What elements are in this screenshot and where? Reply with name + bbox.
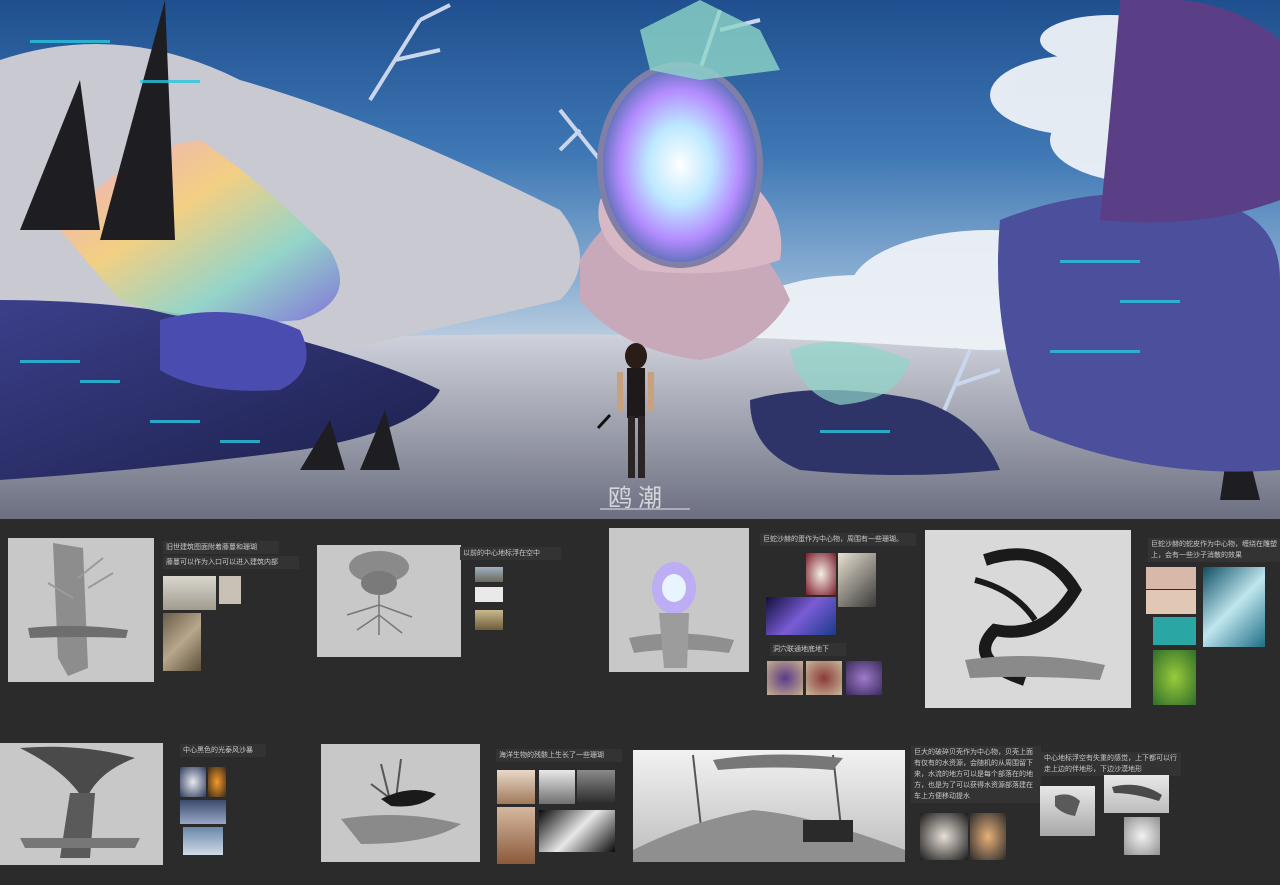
ref-weightless-1-art (1112, 784, 1162, 801)
ref-skin-2 (1146, 590, 1196, 614)
hero-scene (0, 0, 1280, 519)
sketch-ruin-art (28, 543, 128, 676)
label-serpent-skin: 巨蛇沙赫的蛇皮作为中心物，缠绕在雕塑上，会有一些沙子消散的效果 (1148, 538, 1280, 562)
ref-skin-3 (1153, 617, 1196, 645)
sketch-sea-remains (321, 744, 480, 862)
ref-floating-2 (475, 587, 503, 602)
sketch-dark-storm (0, 743, 163, 865)
ref-weightless-2-art (1055, 794, 1080, 816)
sketch-egg-art (629, 562, 734, 668)
label-floating-landmark: 以前的中心地标浮在空中 (460, 547, 561, 560)
ref-wave (539, 810, 615, 852)
ref-egg-cave (766, 597, 836, 635)
central-tower (580, 0, 790, 360)
right-rock (998, 193, 1280, 472)
right-arch (1100, 0, 1280, 223)
ref-storm-2 (208, 767, 226, 797)
sketch-shell-art (633, 754, 905, 862)
label-sea-remains: 海洋生物的残骸上生长了一些珊瑚 (496, 749, 622, 762)
sketch-remains-art (341, 758, 461, 844)
ref-shell-2 (970, 813, 1006, 860)
ref-remains-3 (577, 770, 615, 804)
label-cave: 洞穴联通地底地下 (770, 643, 846, 656)
ref-remains-2 (539, 770, 575, 804)
ref-storm-3 (180, 800, 226, 824)
sketch-skin-art (965, 548, 1105, 686)
ref-floating-3 (475, 610, 503, 630)
ref-statue (219, 576, 241, 604)
sketch-serpent-skin (925, 530, 1131, 708)
ref-remains-4 (497, 807, 535, 864)
label-weightless-landmark: 中心地标浮空有失重的感觉，上下都可以行走上边的伴地形，下边沙漠地形 (1041, 752, 1181, 776)
ref-stone-ruin (163, 576, 216, 610)
ref-geode-2 (806, 661, 842, 695)
label-giant-shell: 巨大的破碎贝壳作为中心物，贝壳上面有仅有的水资源，会随机的从周围留下来，水流的地… (911, 746, 1041, 803)
sketch-giant-shell (633, 750, 905, 862)
label-dark-storm: 中心黑色的光泰风沙暴 (180, 744, 266, 757)
ref-scales (1203, 567, 1265, 647)
ref-storm-4 (183, 827, 223, 855)
label-ruin-b: 藤蔓可以作为入口可以进入建筑内部 (163, 556, 299, 569)
ref-geode-1 (767, 661, 803, 695)
ref-weightless-1 (1104, 775, 1169, 813)
ref-shell-1 (920, 813, 968, 860)
ref-remains-1 (497, 770, 535, 804)
sketch-storm-art (20, 746, 140, 858)
label-ruin-a: 旧世建筑图面附着藤蔓和珊瑚 (163, 541, 279, 554)
ref-weightless-2 (1040, 786, 1095, 836)
ref-lizard (1153, 650, 1196, 705)
ref-floating-1 (475, 567, 503, 582)
sketch-floating-art (346, 551, 413, 635)
ref-egg-1 (806, 553, 836, 595)
logo-underline (600, 508, 690, 510)
ref-egg-2 (838, 553, 876, 607)
ref-geode-3 (846, 661, 882, 695)
label-serpent-egg: 巨蛇沙赫的蛋作为中心物，周围有一些珊瑚。 (760, 533, 916, 546)
ref-skin-1 (1146, 567, 1196, 589)
ref-storm-1 (180, 767, 206, 797)
hero-artwork: 鸥潮 (0, 0, 1280, 519)
sketch-floating-landmark (317, 545, 461, 657)
sketch-ruin-building (8, 538, 154, 682)
ref-weightless-3 (1124, 817, 1160, 855)
sketch-serpent-egg (609, 528, 749, 672)
ref-overgrown-pillar (163, 613, 201, 671)
